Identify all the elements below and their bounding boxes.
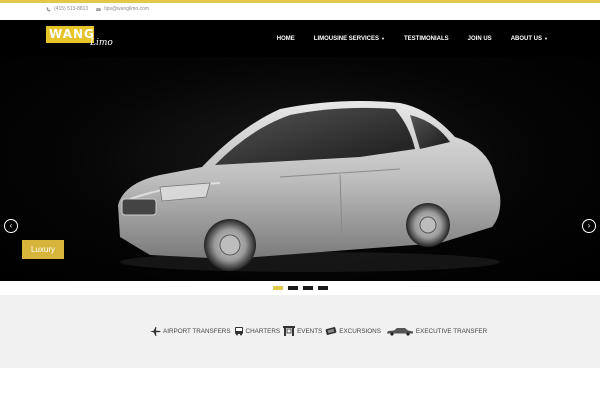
slider-dot-2[interactable] — [287, 286, 298, 290]
phone-text: (415) 513-8813 — [54, 6, 89, 12]
bus-icon — [234, 327, 243, 336]
service-label: EXCURSIONS — [339, 327, 381, 335]
service-charters[interactable]: CHARTERS — [234, 326, 281, 336]
nav-label-about-us: ABOUT US — [510, 35, 543, 42]
slider-dot-1[interactable] — [272, 286, 283, 290]
services-strip: AIRPORT TRANSFERS CHARTERS EVENTS EXCURS… — [0, 295, 600, 368]
slider-pagination — [0, 281, 600, 295]
airplane-icon — [150, 326, 161, 336]
services-list: AIRPORT TRANSFERS CHARTERS EVENTS EXCURS… — [150, 324, 490, 338]
contact-info: (415) 513-8813 tips@wanglimo.com — [46, 6, 149, 12]
nav-label-home: HOME — [276, 35, 295, 42]
email-item[interactable]: tips@wanglimo.com — [96, 6, 149, 12]
ticket-icon — [325, 327, 337, 335]
nav-item-home[interactable]: HOME — [277, 36, 295, 42]
phone-item[interactable]: (415) 513-8813 — [46, 6, 88, 12]
car-image — [118, 101, 501, 272]
nav-item-testimonials[interactable]: TESTIMONIALS — [404, 36, 449, 42]
slider-dot-4[interactable] — [317, 286, 328, 290]
service-label: EVENTS — [297, 327, 323, 335]
service-excursions[interactable]: EXCURSIONS — [325, 326, 381, 336]
nav-label-limousine-services: LIMOUSINE SERVICES — [313, 35, 380, 42]
slider-dot-3[interactable] — [302, 286, 313, 290]
nav-label-testimonials: TESTIMONIALS — [404, 35, 449, 42]
nav-label-join-us: JOIN US — [467, 35, 492, 42]
slider-next-button[interactable]: › — [582, 219, 596, 233]
logo[interactable]: WANG Limo — [46, 26, 122, 54]
gate-icon — [283, 326, 296, 336]
service-events[interactable]: EVENTS — [283, 326, 322, 336]
hero-slider: ‹ › Luxury — [0, 57, 600, 281]
service-executive-transfer[interactable]: EXECUTIVE TRANSFER — [386, 327, 487, 336]
main-navbar: WANG Limo HOME LIMOUSINE SERVICES ▼ TESTI… — [0, 20, 600, 57]
nav-item-about-us[interactable]: ABOUT US ▼ — [511, 36, 548, 42]
main-menu: HOME LIMOUSINE SERVICES ▼ TESTIMONIALS JO… — [258, 20, 548, 57]
phone-icon — [46, 7, 51, 11]
caret-down-icon: ▼ — [544, 36, 548, 41]
service-airport-transfers[interactable]: AIRPORT TRANSFERS — [150, 326, 231, 336]
sedan-icon — [386, 327, 413, 336]
nav-item-join-us[interactable]: JOIN US — [468, 36, 492, 42]
top-contact-bar: (415) 513-8813 tips@wanglimo.com — [0, 0, 600, 20]
service-label: AIRPORT TRANSFERS — [163, 327, 231, 335]
email-text: tips@wanglimo.com — [104, 6, 150, 12]
service-label: EXECUTIVE TRANSFER — [415, 327, 488, 335]
envelope-icon — [96, 7, 102, 11]
logo-sub: Limo — [90, 38, 113, 48]
slide-caption[interactable]: Luxury — [22, 240, 64, 259]
service-label: CHARTERS — [245, 327, 281, 335]
caret-down-icon: ▼ — [381, 36, 385, 41]
nav-item-limousine-services[interactable]: LIMOUSINE SERVICES ▼ — [314, 36, 385, 42]
logo-brand: WANG — [46, 26, 94, 43]
slider-prev-button[interactable]: ‹ — [4, 219, 18, 233]
